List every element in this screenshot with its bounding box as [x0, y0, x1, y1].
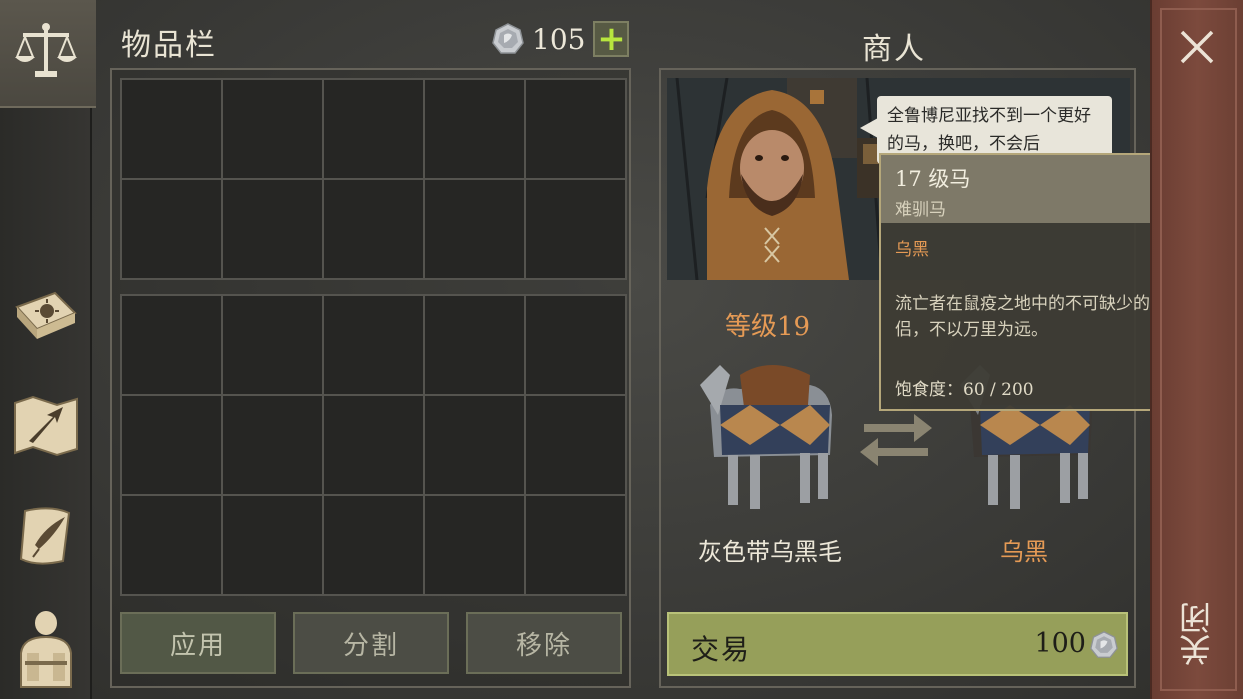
right-horse-name: 乌黑	[1000, 538, 1048, 566]
merchant-title: 商人	[862, 32, 926, 67]
inventory-slot[interactable]	[526, 80, 625, 178]
tooltip-title: 17 级马	[895, 163, 970, 193]
inventory-slot[interactable]	[223, 180, 322, 278]
inventory-slot[interactable]	[425, 80, 524, 178]
add-currency-button[interactable]: +	[593, 21, 630, 57]
remove-button[interactable]: 移除	[466, 612, 622, 674]
trade-button[interactable]: 交易 100	[667, 612, 1128, 676]
left-horse-name: 灰色带乌黑毛	[698, 538, 842, 566]
map-arrow-icon[interactable]	[10, 390, 82, 462]
sidebar	[0, 0, 96, 699]
inventory-slot[interactable]	[425, 296, 524, 394]
apply-button[interactable]: 应用	[120, 612, 276, 674]
tooltip-stat-value: 60 / 200	[963, 380, 1034, 400]
inventory-slot[interactable]	[425, 180, 524, 278]
inventory-slot[interactable]	[425, 496, 524, 594]
inventory-slot[interactable]	[324, 180, 423, 278]
inventory-slot[interactable]	[223, 396, 322, 494]
trade-label: 交易	[691, 633, 752, 666]
silver-coin-icon	[492, 23, 524, 54]
tooltip-level-value: 17	[895, 167, 922, 191]
left-horse-image[interactable]	[690, 345, 850, 520]
inventory-slot[interactable]	[526, 180, 625, 278]
scroll-quill-icon[interactable]	[10, 500, 82, 572]
inventory-slot[interactable]	[223, 296, 322, 394]
inventory-slot[interactable]	[526, 296, 625, 394]
swap-arrows-icon	[860, 414, 932, 466]
level-value: 19	[777, 312, 811, 342]
speech-bubble-tail	[860, 118, 878, 138]
tooltip-stat-label: 饱食度：	[895, 380, 963, 400]
silver-coin-icon	[1090, 631, 1118, 658]
currency-value: 105	[532, 22, 586, 56]
inventory-slot[interactable]	[324, 396, 423, 494]
inventory-slot[interactable]	[122, 496, 221, 594]
backpack-character-icon[interactable]	[10, 604, 82, 694]
inventory-grid-bottom	[120, 294, 627, 596]
inventory-title: 物品栏	[121, 28, 217, 63]
horse-tooltip: 17 级马 难驯马 乌黑 流亡者在鼠疫之地中的不可缺少的伴侣，不以万里为远。 饱…	[879, 153, 1182, 411]
close-panel[interactable]	[1150, 0, 1243, 699]
inventory-slot[interactable]	[324, 296, 423, 394]
inventory-slot[interactable]	[425, 396, 524, 494]
close-label[interactable]: 关闭	[1172, 598, 1222, 670]
currency-display: 105 +	[492, 20, 630, 58]
inventory-slot[interactable]	[526, 396, 625, 494]
inventory-slot[interactable]	[122, 80, 221, 178]
tooltip-stat: 饱食度：60 / 200	[895, 375, 1034, 400]
tooltip-color-name: 乌黑	[895, 240, 929, 260]
sun-book-icon[interactable]	[10, 282, 82, 354]
scales-icon[interactable]	[10, 16, 82, 88]
close-icon[interactable]	[1176, 26, 1218, 68]
inventory-slot[interactable]	[324, 80, 423, 178]
inventory-grid-top	[120, 78, 627, 280]
tooltip-subtitle: 难驯马	[895, 200, 946, 220]
inventory-slot[interactable]	[223, 496, 322, 594]
split-button[interactable]: 分割	[293, 612, 449, 674]
inventory-slot[interactable]	[223, 80, 322, 178]
inventory-slot[interactable]	[526, 496, 625, 594]
tooltip-level-text: 级马	[921, 167, 971, 191]
inventory-slot[interactable]	[122, 180, 221, 278]
tooltip-description: 流亡者在鼠疫之地中的不可缺少的伴侣，不以万里为远。	[895, 294, 1167, 340]
inventory-slot[interactable]	[122, 396, 221, 494]
left-horse-level: 等级19	[725, 306, 810, 343]
level-label: 等级	[725, 312, 778, 342]
trade-price: 100	[1034, 628, 1086, 659]
close-panel-border	[1160, 8, 1237, 691]
inventory-slot[interactable]	[122, 296, 221, 394]
inventory-slot[interactable]	[324, 496, 423, 594]
